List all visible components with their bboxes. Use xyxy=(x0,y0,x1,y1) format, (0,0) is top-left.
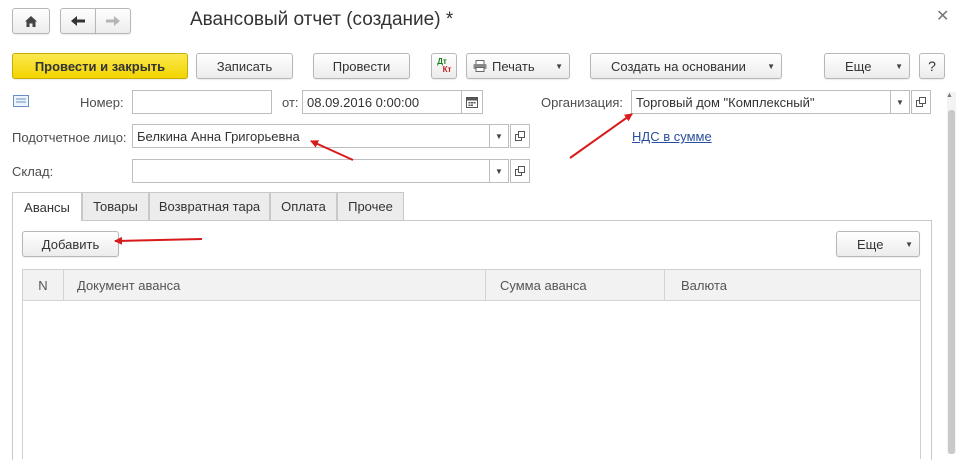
tab-advances[interactable]: Авансы xyxy=(12,192,82,221)
print-label: Печать xyxy=(492,58,535,74)
organization-field[interactable]: Торговый дом "Комплексный" xyxy=(631,90,891,114)
forward-button[interactable] xyxy=(95,8,131,34)
notes-icon[interactable] xyxy=(13,95,29,107)
open-icon xyxy=(515,166,525,176)
print-button[interactable]: Печать ▼ xyxy=(466,53,570,79)
create-based-on-button[interactable]: Создать на основании ▼ xyxy=(590,53,782,79)
printer-icon xyxy=(473,60,487,72)
tab-returnable-packaging[interactable]: Возвратная тара xyxy=(149,192,270,220)
accountable-field[interactable]: Белкина Анна Григорьевна xyxy=(132,124,490,148)
column-header-advance-document[interactable]: Документ аванса xyxy=(65,270,486,300)
post-and-close-button[interactable]: Провести и закрыть xyxy=(12,53,188,79)
dropdown-icon: ▼ xyxy=(895,61,903,71)
back-button[interactable] xyxy=(60,8,96,34)
dropdown-icon: ▼ xyxy=(896,97,904,107)
open-icon xyxy=(916,97,926,107)
accountable-dropdown[interactable]: ▼ xyxy=(489,124,509,148)
scroll-up-arrow-icon[interactable]: ▲ xyxy=(946,92,953,99)
scrollbar-thumb[interactable] xyxy=(948,110,955,454)
dropdown-icon: ▼ xyxy=(555,61,563,71)
number-field[interactable] xyxy=(132,90,272,114)
help-button[interactable]: ? xyxy=(919,53,945,79)
warehouse-field[interactable] xyxy=(132,159,490,183)
more-label: Еще xyxy=(845,58,872,74)
column-header-currency[interactable]: Валюта xyxy=(665,270,920,300)
dt-kt-button[interactable]: Дт Кт xyxy=(431,53,457,79)
organization-dropdown[interactable]: ▼ xyxy=(890,90,910,114)
open-icon xyxy=(515,131,525,141)
tab-other[interactable]: Прочее xyxy=(337,192,404,220)
more-button[interactable]: Еще ▼ xyxy=(824,53,910,79)
accountable-open-button[interactable] xyxy=(510,124,530,148)
back-arrow-icon xyxy=(71,16,85,26)
warehouse-dropdown[interactable]: ▼ xyxy=(489,159,509,183)
calendar-button[interactable] xyxy=(461,90,483,114)
dropdown-icon: ▼ xyxy=(905,239,913,249)
home-icon xyxy=(25,15,37,27)
dt-kt-icon: Дт Кт xyxy=(437,57,452,74)
column-header-n[interactable]: N xyxy=(23,270,64,300)
accountable-label: Подотчетное лицо: xyxy=(12,130,127,145)
create-based-label: Создать на основании xyxy=(611,58,746,74)
calendar-icon xyxy=(466,96,478,108)
table-more-label: Еще xyxy=(857,236,884,252)
forward-arrow-icon xyxy=(106,16,120,26)
warehouse-open-button[interactable] xyxy=(510,159,530,183)
organization-open-button[interactable] xyxy=(911,90,931,114)
dropdown-icon: ▼ xyxy=(495,131,503,141)
vat-in-amount-link[interactable]: НДС в сумме xyxy=(632,129,712,144)
date-from-label: от: xyxy=(282,95,299,110)
warehouse-label: Склад: xyxy=(12,164,54,179)
table-more-button[interactable]: Еще ▼ xyxy=(836,231,920,257)
dropdown-icon: ▼ xyxy=(495,166,503,176)
save-button[interactable]: Записать xyxy=(196,53,293,79)
tab-goods[interactable]: Товары xyxy=(82,192,149,220)
date-field[interactable]: 08.09.2016 0:00:00 xyxy=(302,90,462,114)
column-header-advance-amount[interactable]: Сумма аванса xyxy=(486,270,665,300)
tab-payment[interactable]: Оплата xyxy=(270,192,337,220)
post-button[interactable]: Провести xyxy=(313,53,410,79)
add-button[interactable]: Добавить xyxy=(22,231,119,257)
window-title: Авансовый отчет (создание) * xyxy=(190,9,454,30)
number-label: Номер: xyxy=(80,95,124,110)
close-icon[interactable]: ✕ xyxy=(936,6,949,26)
annotation-arrow-organization xyxy=(569,113,633,159)
organization-label: Организация: xyxy=(541,95,624,110)
home-button[interactable] xyxy=(12,8,50,34)
dropdown-icon: ▼ xyxy=(767,61,775,71)
